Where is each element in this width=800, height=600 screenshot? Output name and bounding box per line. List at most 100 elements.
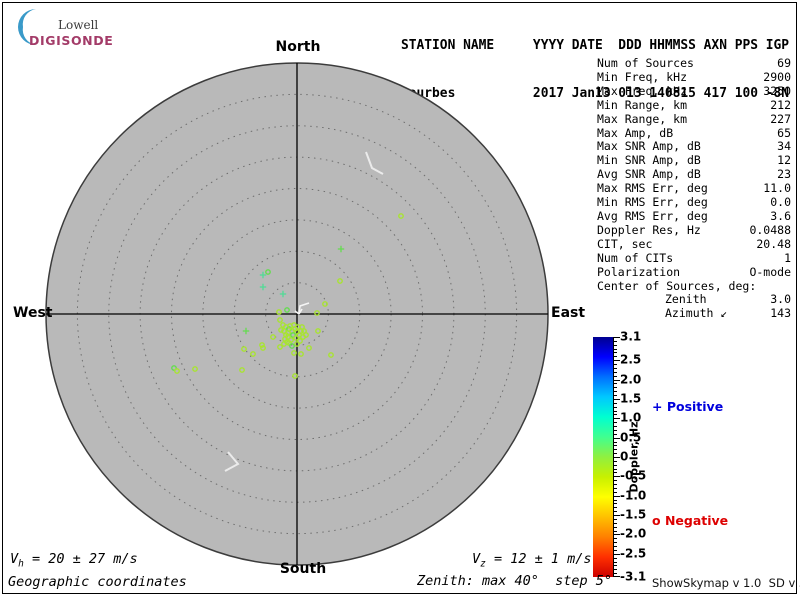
- software-version-label: ShowSkymap v 1.0 SD v 5.1: [652, 576, 800, 590]
- colorbar-tick-label: -2.5: [620, 546, 647, 561]
- colorbar-minor-tick: [614, 395, 617, 397]
- compass-label-east: East: [551, 305, 586, 321]
- colorbar-minor-tick: [614, 391, 617, 393]
- doppler-colorbar: 3.1 2.5 2.0 1.5 1.0 0.5 0 -0.5 -1.0 -1.5 -2.0 -2.5-…: [593, 330, 646, 584]
- stat-value: 69: [777, 56, 791, 70]
- stat-value: 0.0488: [749, 222, 791, 237]
- colorbar-minor-tick: [614, 453, 617, 455]
- stat-label: Avg RMS Err, deg: [597, 208, 708, 223]
- stat-value: 2900: [763, 69, 791, 84]
- stat-value: 3250: [763, 83, 791, 98]
- colorbar-minor-tick: [614, 480, 617, 482]
- horizontal-velocity-label: Vh = 20 ± 27 m/s: [10, 551, 138, 570]
- stat-label: Center of Sources, deg:: [597, 278, 757, 293]
- stat-label: Azimuth ↙: [665, 306, 728, 321]
- stat-row: Max RMS Err, deg 11.0: [597, 181, 791, 196]
- colorbar-tick-label: -2.0: [620, 527, 647, 542]
- colorbar-minor-tick: [614, 422, 617, 424]
- colorbar-axis-label: Doppler, Hz: [627, 421, 641, 493]
- colorbar-tick-label: 2.5: [620, 352, 642, 367]
- stat-label: Num of CITs: [597, 250, 674, 265]
- stat-label: Max RMS Err, deg: [597, 181, 708, 196]
- colorbar-tick-label: -1.5: [620, 507, 647, 522]
- colorbar-minor-tick: [614, 402, 617, 404]
- stat-label: Min RMS Err, deg: [597, 195, 708, 210]
- colorbar-minor-tick: [614, 387, 617, 389]
- stat-row: Doppler Res, Hz 0.0488: [597, 222, 791, 238]
- colorbar-tick-label: 3.1: [620, 329, 642, 344]
- stat-label: Min Range, km: [597, 97, 688, 112]
- stat-value: 212: [770, 97, 791, 112]
- colorbar-tick-label: -3.1: [620, 569, 647, 584]
- colorbar-minor-tick: [614, 383, 617, 385]
- stat-label: Avg SNR Amp, dB: [597, 167, 701, 182]
- stat-value: 20.48: [756, 236, 791, 251]
- colorbar-minor-tick: [614, 356, 617, 358]
- colorbar-minor-tick: [614, 511, 617, 513]
- colorbar-minor-tick: [614, 518, 617, 520]
- colorbar-tick-label: 2.0: [620, 372, 642, 387]
- colorbar-minor-tick: [614, 565, 617, 567]
- compass-label-south: South: [279, 561, 327, 577]
- colorbar-minor-tick: [614, 503, 617, 505]
- stat-label: Zenith: [665, 292, 707, 307]
- colorbar-minor-tick: [614, 491, 617, 493]
- colorbar-minor-tick: [614, 344, 617, 346]
- stat-label: Max SNR Amp, dB: [597, 139, 701, 154]
- colorbar-minor-tick: [614, 542, 617, 544]
- colorbar-minor-tick: [614, 460, 617, 462]
- legend-positive: + Positive: [652, 399, 724, 414]
- stat-row: Center of Sources, deg:: [597, 278, 791, 294]
- stat-label: Num of Sources: [597, 56, 694, 70]
- vertical-velocity-label: Vz = 12 ± 1 m/s: [472, 551, 592, 570]
- stat-value: 227: [770, 111, 791, 126]
- colorbar-minor-tick: [614, 441, 617, 443]
- stat-value: 34: [777, 139, 791, 154]
- stat-row: Max Range, km 227: [597, 111, 791, 127]
- colorbar-minor-tick: [614, 367, 617, 369]
- stat-row: Num of CITs 1: [597, 250, 791, 266]
- stat-label: Min SNR Amp, dB: [597, 153, 701, 168]
- colorbar-minor-tick: [614, 352, 617, 354]
- stat-value: 23: [777, 167, 791, 182]
- colorbar-minor-tick: [614, 487, 617, 489]
- stat-row: Max SNR Amp, dB 34: [597, 140, 791, 154]
- colorbar-minor-tick: [614, 464, 617, 466]
- stats-panel: Num of Sources 69 Min Freq, kHz 2900 Max Fre…: [597, 56, 791, 321]
- colorbar-minor-tick: [614, 561, 617, 563]
- stat-label: CIT, sec: [597, 236, 653, 251]
- colorbar-minor-tick: [614, 371, 617, 373]
- stat-label: Max Range, km: [597, 111, 688, 126]
- colorbar-minor-tick: [614, 472, 617, 474]
- colorbar-minor-tick: [614, 406, 617, 408]
- colorbar-minor-tick: [614, 375, 617, 377]
- colorbar-minor-tick: [614, 530, 617, 532]
- colorbar-minor-tick: [614, 348, 617, 350]
- colorbar-minor-tick: [614, 364, 617, 366]
- colorbar-minor-tick: [614, 546, 617, 548]
- colorbar-gradient: [593, 337, 613, 577]
- stat-label: Max Amp, dB: [597, 125, 674, 140]
- stat-value: 65: [777, 125, 791, 140]
- colorbar-minor-tick: [614, 526, 617, 528]
- colorbar-minor-tick: [614, 468, 617, 470]
- stat-value: 0.0: [770, 195, 791, 210]
- colorbar-minor-tick: [614, 340, 617, 342]
- stat-row: Avg SNR Amp, dB 23: [597, 167, 791, 182]
- colorbar-minor-tick: [614, 484, 617, 486]
- stat-value: 143: [770, 306, 791, 321]
- stat-row: Min Range, km 212: [597, 97, 791, 113]
- compass-label-north: North: [275, 39, 321, 55]
- legend-negative: o Negative: [652, 513, 729, 528]
- zenith-scale-note: Zenith: max 40° step 5°: [417, 573, 613, 589]
- stat-value: 12: [777, 153, 791, 168]
- stat-label: Max Freq, kHz: [597, 83, 688, 98]
- colorbar-minor-tick: [614, 414, 617, 416]
- colorbar-minor-tick: [614, 507, 617, 509]
- colorbar-tick-label: 1.5: [620, 391, 642, 406]
- stat-row: CIT, sec 20.48: [597, 236, 791, 252]
- stat-row: Avg RMS Err, deg 3.6: [597, 208, 791, 224]
- colorbar-minor-tick: [614, 557, 617, 559]
- colorbar-minor-tick: [614, 538, 617, 540]
- stat-row: Min Freq, kHz 2900: [597, 69, 791, 85]
